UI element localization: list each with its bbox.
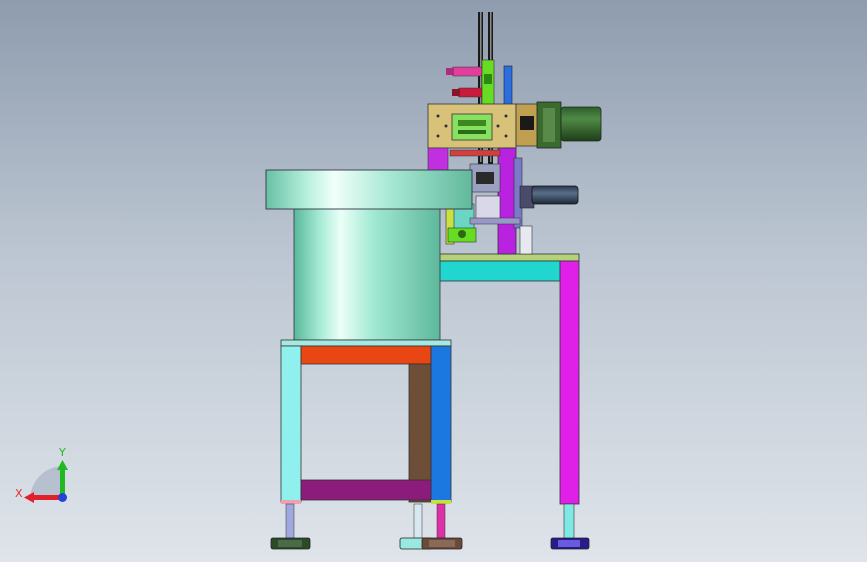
z-axis-icon bbox=[58, 493, 67, 502]
axis-triad: Y X bbox=[15, 446, 68, 503]
graphics-viewport[interactable]: Y X bbox=[0, 0, 867, 562]
triad-base-icon bbox=[30, 466, 62, 498]
y-axis-label: Y bbox=[58, 446, 66, 459]
x-axis-label: X bbox=[15, 487, 23, 500]
